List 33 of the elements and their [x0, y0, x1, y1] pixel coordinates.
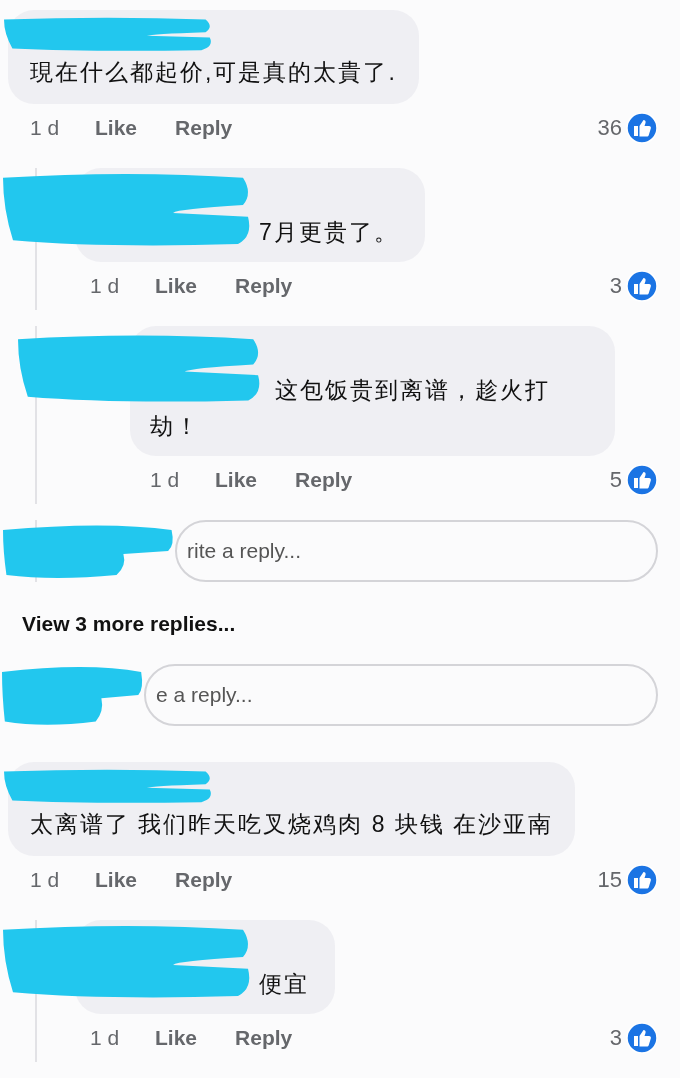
thumbs-up-icon — [626, 864, 658, 896]
like-count: 15 — [597, 867, 622, 893]
like-link[interactable]: Like — [95, 116, 138, 140]
comment-text: 7月更贵了。 — [258, 218, 399, 247]
like-count: 36 — [597, 115, 622, 141]
reply-link[interactable]: Reply — [175, 868, 233, 892]
like-link[interactable]: Like — [215, 468, 258, 492]
comment-time: 1 d — [30, 116, 61, 140]
comment-text: 現在什么都起价,可是真的太貴了. — [30, 58, 397, 87]
comment-time: 1 d — [90, 274, 121, 298]
view-more-link[interactable]: View 3 more replies... — [22, 612, 658, 636]
reply-link[interactable]: Reply — [235, 274, 293, 298]
comment-time: 1 d — [30, 868, 61, 892]
like-link[interactable]: Like — [95, 868, 138, 892]
reply-field[interactable]: rite a reply... — [175, 520, 658, 582]
thumbs-up-icon — [626, 464, 658, 496]
reply-link[interactable]: Reply — [235, 1026, 293, 1050]
reply-link[interactable]: Reply — [175, 116, 233, 140]
reply-link[interactable]: Reply — [295, 468, 353, 492]
comment-text: 这包饭贵到离谱，趁火打劫！ — [150, 376, 551, 441]
reply-field[interactable]: e a reply... — [144, 664, 658, 726]
comment-text: 太离谱了 我们昨天吃叉烧鸡肉 8 块钱 在沙亚南 — [30, 810, 554, 839]
thumbs-up-icon — [626, 270, 658, 302]
thumbs-up-icon — [626, 1022, 658, 1054]
like-count: 5 — [609, 467, 622, 493]
comment-time: 1 d — [90, 1026, 121, 1050]
like-link[interactable]: Like — [155, 274, 198, 298]
comment-text: 便宜 — [258, 970, 309, 999]
like-link[interactable]: Like — [155, 1026, 198, 1050]
comment-time: 1 d — [150, 468, 181, 492]
thumbs-up-icon — [626, 112, 658, 144]
like-count: 3 — [609, 1025, 622, 1051]
like-count: 3 — [609, 273, 622, 299]
